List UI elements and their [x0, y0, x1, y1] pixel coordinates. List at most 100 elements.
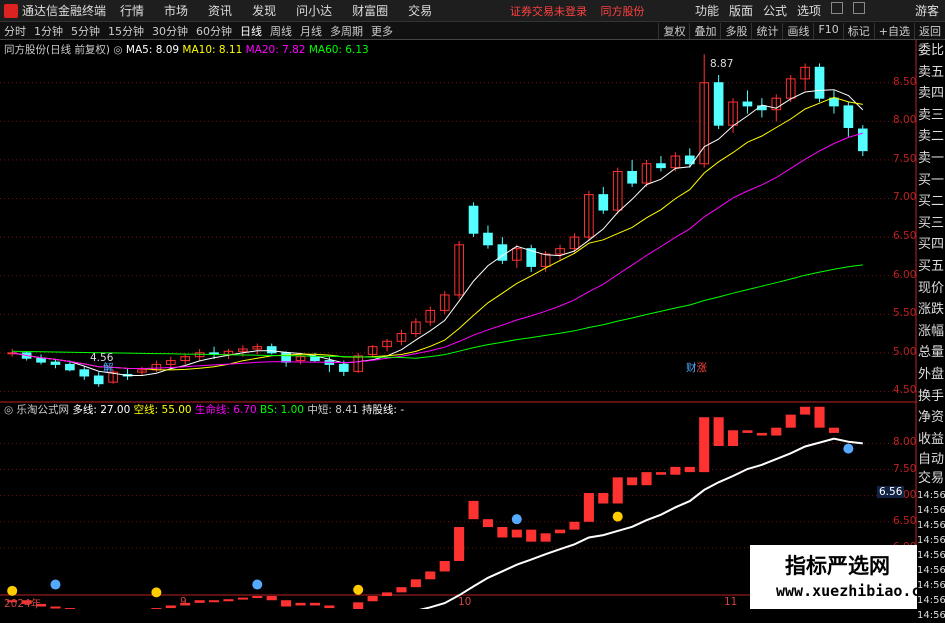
tick-time: 14:56: [917, 610, 945, 622]
quote-field[interactable]: 卖一: [917, 148, 945, 170]
price-tick: 5.50: [893, 307, 917, 320]
candle-body: [50, 361, 61, 365]
candle-body: [857, 128, 868, 152]
signal-bar: [50, 606, 61, 609]
quote-field[interactable]: 委比: [917, 40, 945, 62]
signal-bar: [309, 602, 321, 606]
quote-field[interactable]: 买五: [917, 256, 945, 278]
signal-bar: [252, 596, 263, 599]
signal-bar: [381, 592, 393, 597]
close-button[interactable]: [853, 2, 865, 14]
tb-draw[interactable]: 画线: [782, 22, 813, 39]
signal-face-icon: [511, 514, 522, 525]
menu-wealth[interactable]: 财富圈: [352, 2, 388, 19]
tab-60min[interactable]: 60分钟: [192, 23, 236, 39]
tick-time: 14:56: [917, 565, 945, 577]
tb-stats[interactable]: 统计: [751, 22, 782, 39]
quote-field[interactable]: 现价: [917, 278, 945, 300]
sub-tick: 6.50: [893, 514, 917, 527]
watermark-title: 指标严选网: [785, 554, 890, 578]
menu-trade[interactable]: 交易: [408, 2, 432, 19]
quote-field[interactable]: 净资: [917, 407, 945, 429]
quote-field[interactable]: 外盘: [917, 364, 945, 386]
time-tick: 10: [458, 596, 472, 608]
tab-multi[interactable]: 多周期: [326, 23, 367, 39]
signal-bar: [439, 561, 450, 572]
tab-weekly[interactable]: 周线: [266, 23, 296, 39]
candle-body: [93, 375, 104, 385]
signal-face-icon: [843, 443, 854, 454]
signal-bar: [655, 472, 667, 475]
quote-field[interactable]: 买一: [917, 170, 945, 192]
signal-bar: [785, 414, 796, 428]
candle-body: [338, 363, 349, 372]
candle-body: [656, 163, 666, 169]
candle-body: [814, 66, 825, 99]
quote-field[interactable]: 卖五: [917, 62, 945, 84]
tab-more[interactable]: 更多: [367, 23, 397, 39]
quote-field[interactable]: 买三: [917, 213, 945, 235]
tab-timeshare[interactable]: 分时: [0, 23, 30, 39]
tick-time: 14:56: [917, 520, 945, 532]
signal-bar: [641, 472, 652, 486]
signal-bar: [353, 602, 364, 609]
quote-field[interactable]: 涨幅: [917, 321, 945, 343]
tab-monthly[interactable]: 月线: [296, 23, 326, 39]
tab-30min[interactable]: 30分钟: [148, 23, 192, 39]
guest-label[interactable]: 游客: [915, 2, 939, 19]
quote-field[interactable]: 买四: [917, 234, 945, 256]
tb-multistock[interactable]: 多股: [720, 22, 751, 39]
auto-trade-label[interactable]: 交易: [917, 469, 945, 488]
login-warning[interactable]: 证券交易未登录 同方股份: [510, 3, 645, 19]
signal-bar: [699, 417, 710, 473]
candle-body: [310, 356, 320, 362]
tb-f10[interactable]: F10: [813, 22, 842, 39]
signal-bar: [828, 427, 840, 433]
quote-field[interactable]: 换手: [917, 386, 945, 408]
price-tick: 8.00: [893, 114, 917, 127]
tab-15min[interactable]: 15分钟: [104, 23, 148, 39]
tick-time: 14:56: [917, 550, 945, 562]
signal-bar: [165, 605, 176, 609]
tb-mark[interactable]: 标记: [842, 22, 874, 39]
quote-field[interactable]: 涨跌: [917, 299, 945, 321]
signal-bar: [742, 430, 753, 433]
menu-market[interactable]: 行情: [120, 2, 144, 19]
quote-field[interactable]: 卖四: [917, 83, 945, 105]
ma60-line: [12, 264, 863, 359]
menu-formula[interactable]: 公式: [763, 2, 787, 19]
kline-chart[interactable]: [0, 40, 917, 609]
quote-field[interactable]: 卖三: [917, 105, 945, 127]
quote-field[interactable]: 买二: [917, 191, 945, 213]
quote-field[interactable]: 卖二: [917, 126, 945, 148]
price-tick: 7.00: [893, 191, 917, 204]
menu-layout[interactable]: 版面: [729, 2, 753, 19]
tb-adjust[interactable]: 复权: [658, 22, 689, 39]
auto-trade-label[interactable]: 自动: [917, 450, 945, 469]
signal-bar: [612, 477, 623, 504]
tb-back[interactable]: 返回: [914, 22, 945, 39]
signal-face-icon: [252, 579, 263, 590]
time-tick: 11: [724, 596, 738, 608]
candle-body: [36, 357, 46, 363]
signal-bar: [627, 477, 638, 486]
marker-finance[interactable]: 财涨: [686, 360, 707, 375]
menu-market2[interactable]: 市场: [164, 2, 188, 19]
tick-time: 14:56: [917, 505, 945, 517]
tab-5min[interactable]: 5分钟: [67, 23, 104, 39]
tab-1min[interactable]: 1分钟: [30, 23, 67, 39]
tb-add-watch[interactable]: +自选: [873, 22, 914, 39]
signal-bar: [598, 493, 609, 504]
menu-options[interactable]: 选项: [797, 2, 821, 19]
menu-ask[interactable]: 问小达: [296, 2, 332, 19]
menu-news[interactable]: 资讯: [208, 2, 232, 19]
quote-field[interactable]: 收益: [917, 429, 945, 451]
quote-field[interactable]: 总量: [917, 342, 945, 364]
tab-daily[interactable]: 日线: [236, 23, 266, 39]
tb-overlay[interactable]: 叠加: [689, 22, 720, 39]
menu-function[interactable]: 功能: [695, 2, 719, 19]
menu-discover[interactable]: 发现: [252, 2, 276, 19]
period-tabbar: 分时 1分钟 5分钟 15分钟 30分钟 60分钟 日线 周线 月线 多周期 更…: [0, 22, 945, 40]
minimize-button[interactable]: [831, 2, 843, 14]
marker-unlock[interactable]: 解: [103, 360, 114, 375]
